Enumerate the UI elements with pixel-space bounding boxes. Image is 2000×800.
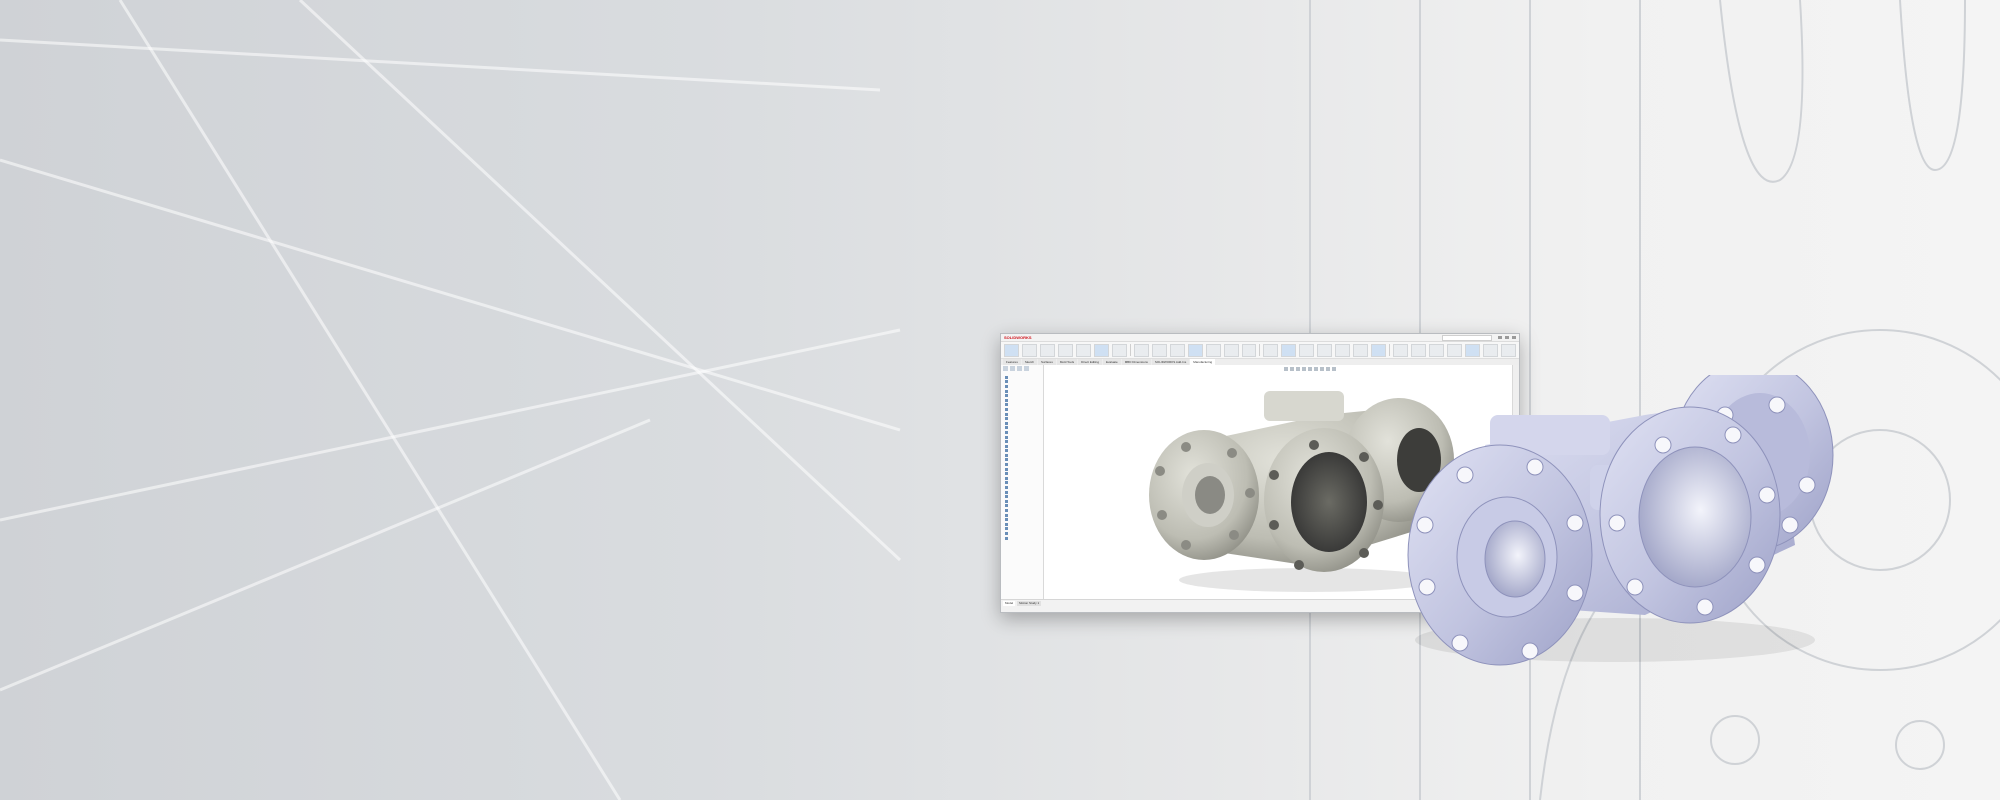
feature-icon [1005, 467, 1008, 471]
feature-icon [1005, 481, 1008, 485]
ribbon-command-icon[interactable] [1263, 343, 1279, 357]
feature-icon [1005, 490, 1008, 494]
configuration-icon[interactable] [1017, 366, 1022, 371]
feature-icon [1005, 435, 1008, 439]
feature-icon [1005, 472, 1008, 476]
property-manager-icon[interactable] [1010, 366, 1015, 371]
feature-icon [1005, 476, 1008, 480]
hide-show-icon[interactable] [1320, 367, 1324, 371]
ribbon-command-icon[interactable] [1464, 343, 1480, 357]
tree-toolbar [1001, 365, 1043, 375]
feature-icon [1005, 412, 1008, 416]
ribbon-command-icon[interactable] [1335, 343, 1351, 357]
scene-icon[interactable] [1332, 367, 1336, 371]
feature-icon [1005, 384, 1008, 388]
ribbon-command-icon[interactable] [1111, 343, 1127, 357]
view-orientation-icon[interactable] [1308, 367, 1312, 371]
tree-item[interactable] [1001, 536, 1043, 541]
feature-icon [1005, 463, 1008, 467]
previous-view-icon[interactable] [1296, 367, 1300, 371]
hero-banner: SOLIDWORKS Features Sketch Surfaces Mold To… [0, 0, 2000, 800]
feature-icon [1005, 426, 1008, 430]
search-input[interactable] [1442, 334, 1492, 341]
feature-icon [1005, 499, 1008, 503]
window-controls[interactable] [1498, 336, 1516, 339]
ribbon-command-icon[interactable] [1133, 343, 1149, 357]
feature-icon [1005, 486, 1008, 490]
feature-icon [1005, 458, 1008, 462]
feature-icon [1005, 430, 1008, 434]
cad-valve-body [1407, 375, 1834, 666]
feature-icon [1005, 389, 1008, 393]
feature-tree-icon[interactable] [1003, 366, 1008, 371]
feature-icon [1005, 440, 1008, 444]
ribbon-command-icon[interactable] [1411, 343, 1427, 357]
feature-manager-tree [1001, 365, 1044, 600]
ribbon-command-icon[interactable] [1039, 343, 1055, 357]
feature-icon [1005, 407, 1008, 411]
ribbon-command-icon[interactable] [1021, 343, 1037, 357]
zoom-fit-icon[interactable] [1284, 367, 1288, 371]
ribbon-command-icon[interactable] [1093, 343, 1109, 357]
ribbon-command-icon[interactable] [1429, 343, 1445, 357]
ribbon-command-icon[interactable] [1393, 343, 1409, 357]
ribbon-command-icon[interactable] [1482, 343, 1498, 357]
feature-icon [1005, 518, 1008, 522]
ribbon-command-icon[interactable] [1500, 343, 1516, 357]
feature-icon [1005, 398, 1008, 402]
ribbon-command-icon[interactable] [1151, 343, 1167, 357]
ribbon-command-icon[interactable] [1299, 343, 1315, 357]
ribbon-command-icon[interactable] [1223, 343, 1239, 357]
heads-up-view-toolbar [1284, 367, 1336, 371]
app-logo: SOLIDWORKS [1004, 335, 1032, 340]
ribbon-command-icon[interactable] [1281, 343, 1297, 357]
ribbon-separator [1389, 344, 1391, 356]
dimxpert-icon[interactable] [1024, 366, 1029, 371]
section-view-icon[interactable] [1302, 367, 1306, 371]
feature-icon [1005, 403, 1008, 407]
zoom-area-icon[interactable] [1290, 367, 1294, 371]
ribbon-command-icon[interactable] [1075, 343, 1091, 357]
ribbon-command-icon[interactable] [1205, 343, 1221, 357]
feature-icon [1005, 417, 1008, 421]
feature-icon [1005, 527, 1008, 531]
ribbon-command-icon[interactable] [1353, 343, 1369, 357]
feature-icon [1005, 394, 1008, 398]
feature-icon [1005, 536, 1008, 540]
ribbon-separator [1259, 344, 1261, 356]
feature-icon [1005, 509, 1008, 513]
command-manager-ribbon [1001, 342, 1519, 359]
ribbon-command-icon[interactable] [1241, 343, 1257, 357]
ribbon-command-icon[interactable] [1169, 343, 1185, 357]
feature-icon [1005, 513, 1008, 517]
display-style-icon[interactable] [1314, 367, 1318, 371]
ribbon-separator [1129, 344, 1131, 356]
ribbon-command-icon[interactable] [1187, 343, 1203, 357]
ribbon-command-icon[interactable] [1057, 343, 1073, 357]
feature-icon [1005, 421, 1008, 425]
model-tab[interactable]: Motion Study 1 [1017, 601, 1042, 606]
title-bar: SOLIDWORKS [1001, 334, 1519, 342]
ribbon-command-icon[interactable] [1317, 343, 1333, 357]
ribbon-command-icon[interactable] [1371, 343, 1387, 357]
feature-icon [1005, 375, 1008, 379]
feature-icon [1005, 444, 1008, 448]
feature-icon [1005, 531, 1008, 535]
maximize-icon[interactable] [1505, 336, 1509, 339]
feature-icon [1005, 380, 1008, 384]
feature-icon [1005, 504, 1008, 508]
minimize-icon[interactable] [1498, 336, 1502, 339]
feature-icon [1005, 522, 1008, 526]
feature-icon [1005, 453, 1008, 457]
appearance-icon[interactable] [1326, 367, 1330, 371]
ribbon-command-icon[interactable] [1447, 343, 1462, 357]
feature-icon [1005, 495, 1008, 499]
ribbon-command-icon[interactable] [1004, 343, 1019, 357]
feature-icon [1005, 449, 1008, 453]
close-icon[interactable] [1512, 336, 1516, 339]
model-tab[interactable]: Model [1003, 601, 1016, 606]
